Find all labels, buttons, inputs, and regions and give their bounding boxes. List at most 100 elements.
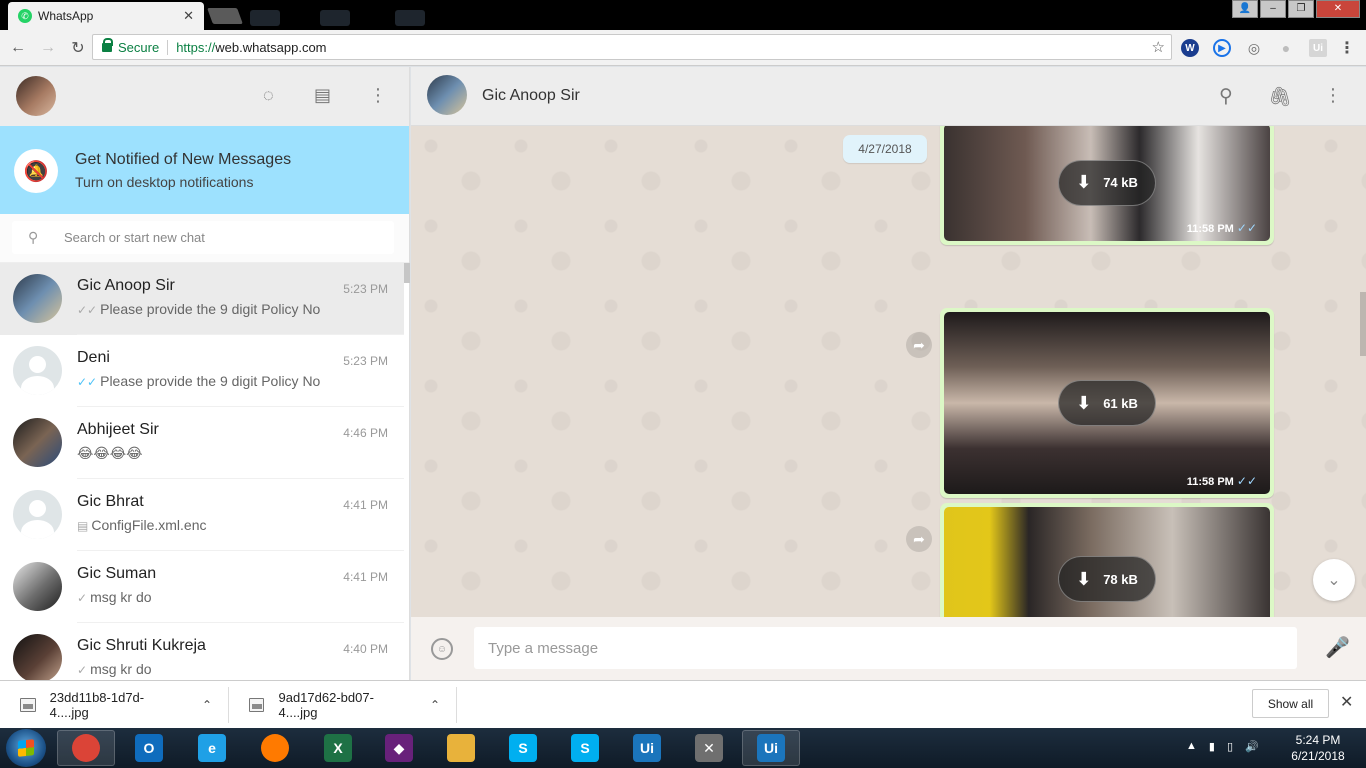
play-extension-icon[interactable]: ▶ — [1213, 39, 1231, 57]
chat-sidebar: ◌ ▤ ⋮ 🔕 Get Notified of New Messages Tur… — [0, 67, 410, 680]
taskbar-uipath-button[interactable]: Ui — [618, 730, 676, 766]
show-hidden-icons[interactable]: ▲ — [1186, 740, 1197, 753]
chat-list-item[interactable]: Gic Bhrat 4:41 PM ▤ ConfigFile.xml.enc — [0, 479, 404, 551]
taskbar-skype-button[interactable]: S — [494, 730, 552, 766]
contact-avatar[interactable] — [427, 75, 467, 115]
taskbar-chrome-button[interactable] — [57, 730, 115, 766]
tab-whatsapp[interactable]: ✆ WhatsApp ✕ — [8, 2, 204, 30]
chat-message-text: ConfigFile.xml.enc — [91, 517, 207, 533]
taskbar-excel-button[interactable]: X — [309, 730, 367, 766]
notification-link[interactable]: Turn on desktop notifications — [75, 174, 253, 190]
download-button[interactable]: ⬇ 74 kB — [1058, 159, 1156, 206]
reload-icon[interactable]: ↻ — [66, 38, 90, 58]
w-extension-icon[interactable]: W — [1181, 39, 1199, 57]
circle-extension-icon[interactable]: ● — [1277, 39, 1295, 57]
network-icon[interactable]: ▮ — [1209, 740, 1215, 753]
system-tray: ▲ ▮ ▯ 🔊 — [1186, 740, 1259, 753]
download-button[interactable]: ⬇ 78 kB — [1058, 556, 1156, 602]
close-window-button[interactable]: ✕ — [1316, 0, 1360, 18]
search-bar: ⚲ — [0, 214, 409, 263]
taskbar-uipath-studio-button[interactable]: Ui — [742, 730, 800, 766]
chat-list-item[interactable]: Gic Anoop Sir 5:23 PM ✓✓ Please provide the… — [0, 263, 404, 335]
attach-icon[interactable]: 🖇 — [1268, 85, 1292, 109]
image-message[interactable]: ⬇ 78 kB — [940, 503, 1274, 617]
clock[interactable]: 5:24 PM 6/21/2018 — [1282, 732, 1354, 764]
forward-arrow-icon[interactable]: → — [36, 39, 60, 57]
internet-explorer-icon: e — [198, 734, 226, 762]
taskbar-tools-button[interactable]: ✕ — [680, 730, 738, 766]
image-file-icon — [249, 698, 265, 712]
message-input[interactable] — [474, 627, 1297, 669]
taskbar-firefox-button[interactable] — [246, 730, 304, 766]
contact-avatar — [13, 490, 62, 539]
download-item[interactable]: 23dd11b8-1d7d-4....jpg ⌃ — [0, 687, 229, 723]
forward-icon[interactable]: ➦ — [906, 526, 932, 552]
chat-list-item[interactable]: Deni 5:23 PM ✓✓ Please provide the 9 digit … — [0, 335, 404, 407]
maximize-button[interactable]: ❐ — [1288, 0, 1314, 18]
conversation-header[interactable]: Gic Anoop Sir ⚲ 🖇 ⋮ — [411, 67, 1366, 126]
volume-icon[interactable]: 🔊 — [1245, 740, 1259, 753]
tab-close-icon[interactable]: ✕ — [183, 8, 194, 24]
taskbar-outlook-button[interactable]: O — [120, 730, 178, 766]
chat-list-item[interactable]: Abhijeet Sir 4:46 PM 😂😂😂😂 — [0, 407, 404, 479]
power-icon[interactable]: ▯ — [1227, 740, 1233, 753]
address-bar[interactable]: Secure https://web.whatsapp.com ☆ — [92, 34, 1172, 60]
back-arrow-icon[interactable]: ← — [6, 39, 30, 57]
download-arrow-icon: ⬇ — [1076, 568, 1092, 589]
new-tab-button[interactable] — [207, 8, 243, 24]
new-chat-icon[interactable]: ▤ — [314, 85, 331, 106]
search-input[interactable] — [64, 230, 364, 245]
message-tick-icon: ✓ — [77, 663, 88, 677]
taskbar-visual-studio-button[interactable]: ◆ — [370, 730, 428, 766]
emoji-icon[interactable]: ☺ — [431, 638, 453, 660]
ui-extension-icon[interactable]: Ui — [1309, 39, 1327, 57]
user-icon[interactable]: 👤 — [1232, 0, 1258, 18]
blurred-image: ⬇ 78 kB — [944, 507, 1270, 617]
menu-icon[interactable]: ⋮ — [1324, 85, 1342, 106]
microphone-icon[interactable]: 🎤 — [1325, 635, 1350, 660]
chat-message-text: 😂😂😂😂 — [77, 445, 143, 461]
visual-studio-icon: ◆ — [385, 734, 413, 762]
download-item[interactable]: 9ad17d62-bd07-4....jpg ⌃ — [229, 687, 457, 723]
taskbar-internet-explorer-button[interactable]: e — [183, 730, 241, 766]
chat-time: 5:23 PM — [343, 282, 388, 296]
show-all-button[interactable]: Show all — [1252, 689, 1329, 718]
chat-name: Gic Suman — [77, 565, 157, 582]
forward-icon[interactable]: ➦ — [906, 332, 932, 358]
minimize-button[interactable]: ‒ — [1260, 0, 1286, 18]
document-icon: ▤ — [77, 519, 89, 533]
menu-icon[interactable]: ⋮ — [369, 85, 387, 106]
image-message[interactable]: ⬇ 74 kB 11:58 PM ✓✓ — [940, 126, 1274, 245]
blurred-image: ⬇ 61 kB 11:58 PM ✓✓ — [944, 312, 1270, 494]
conversation-scrollbar[interactable] — [1360, 292, 1366, 356]
start-button[interactable] — [6, 729, 46, 767]
contact-avatar — [13, 562, 62, 611]
url-text[interactable]: https://web.whatsapp.com — [176, 40, 326, 55]
my-avatar[interactable] — [16, 76, 56, 116]
image-message[interactable]: ⬇ 61 kB 11:58 PM ✓✓ — [940, 308, 1274, 498]
close-icon[interactable]: ✕ — [1340, 692, 1353, 712]
download-arrow-icon: ⬇ — [1076, 392, 1092, 413]
contact-name[interactable]: Gic Anoop Sir — [482, 87, 580, 105]
image-size: 61 kB — [1103, 395, 1138, 411]
scroll-down-chevron-icon[interactable]: ⌄ — [1313, 559, 1355, 601]
taskbar-skype-business-button[interactable]: S — [556, 730, 614, 766]
chrome-menu-icon[interactable]: ⋮ — [1338, 39, 1356, 57]
lock-icon — [102, 37, 113, 52]
file-explorer-icon — [447, 734, 475, 762]
chat-list-item[interactable]: Gic Suman 4:41 PM ✓ msg kr do — [0, 551, 404, 623]
chevron-up-icon[interactable]: ⌃ — [202, 698, 212, 712]
chevron-up-icon[interactable]: ⌃ — [430, 698, 440, 712]
bookmark-star-icon[interactable]: ☆ — [1152, 38, 1165, 56]
notification-banner[interactable]: 🔕 Get Notified of New Messages Turn on d… — [0, 126, 409, 214]
taskbar-file-explorer-button[interactable] — [432, 730, 490, 766]
sidebar-scrollbar[interactable] — [404, 263, 410, 283]
eye-extension-icon[interactable]: ◎ — [1245, 39, 1263, 57]
download-button[interactable]: ⬇ 61 kB — [1058, 380, 1156, 426]
chat-list-item[interactable]: Gic Shruti Kukreja 4:40 PM ✓ msg kr do — [0, 623, 404, 680]
date-chip: 4/27/2018 — [843, 135, 927, 163]
chrome-icon — [72, 734, 100, 762]
excel-icon: X — [324, 734, 352, 762]
search-icon[interactable]: ⚲ — [1219, 85, 1233, 108]
status-icon[interactable]: ◌ — [263, 85, 274, 106]
